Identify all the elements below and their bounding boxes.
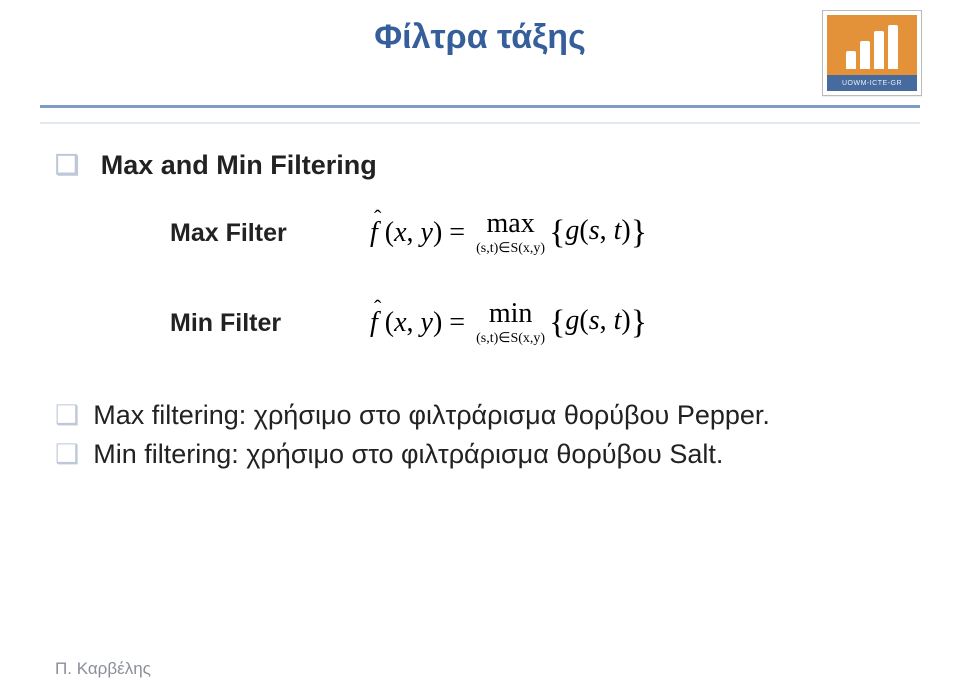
formula-args: (x, y) = [378, 217, 472, 249]
hat-icon: ˆ [374, 205, 381, 231]
op-sub: (s,t)∈S(x,y) [476, 242, 545, 256]
formula-braced: {g(s, t)} [549, 214, 647, 252]
list-item: ❑ Min filtering: χρήσιμο στο φιλτράρισμα… [55, 439, 890, 470]
section-heading-text: Max and Min Filtering [101, 150, 377, 180]
operator-stack: max (s,t)∈S(x,y) [476, 210, 545, 256]
bullet-icon: ❑ [55, 439, 79, 470]
f-hat: ˆ f [370, 307, 378, 339]
logo: UOWM-ICTE-GR [822, 10, 922, 96]
formula-args: (x, y) = [378, 307, 472, 339]
op-max: max [486, 210, 534, 238]
min-filter-label: Min Filter [170, 309, 370, 338]
divider-line-icon [40, 105, 920, 108]
list-item: ❑ Max filtering: χρήσιμο στο φιλτράρισμα… [55, 400, 890, 431]
max-filter-formula: ˆ f (x, y) = max (s,t)∈S(x,y) {g(s, t)} [370, 210, 647, 256]
hat-icon: ˆ [374, 295, 381, 321]
logo-graphic [827, 15, 917, 75]
bullet-text: Min filtering: χρήσιμο στο φιλτράρισμα θ… [93, 439, 723, 470]
bullet-icon: ❑ [55, 400, 79, 431]
logo-bar-icon [888, 25, 898, 69]
logo-bar-icon [860, 41, 870, 69]
bullet-text: Max filtering: χρήσιμο στο φιλτράρισμα θ… [93, 400, 770, 431]
op-min: min [489, 300, 533, 328]
op-sub: (s,t)∈S(x,y) [476, 332, 545, 346]
f-hat: ˆ f [370, 217, 378, 249]
logo-text: UOWM-ICTE-GR [827, 75, 917, 91]
footer-author: Π. Καρβέλης [55, 659, 151, 679]
section-heading: ❑ Max and Min Filtering [55, 150, 377, 181]
bullet-icon: ❑ [55, 150, 79, 180]
bullet-list: ❑ Max filtering: χρήσιμο στο φιλτράρισμα… [55, 400, 890, 478]
formula-braced: {g(s, t)} [549, 304, 647, 342]
max-filter-label: Max Filter [170, 219, 370, 248]
logo-bar-icon [846, 51, 856, 69]
operator-stack: min (s,t)∈S(x,y) [476, 300, 545, 346]
divider [40, 105, 920, 124]
min-filter-formula: ˆ f (x, y) = min (s,t)∈S(x,y) {g(s, t)} [370, 300, 647, 346]
divider-line-icon [40, 122, 920, 124]
min-filter-row: Min Filter ˆ f (x, y) = min (s,t)∈S(x,y)… [170, 300, 870, 346]
max-filter-row: Max Filter ˆ f (x, y) = max (s,t)∈S(x,y)… [170, 210, 870, 256]
logo-bar-icon [874, 31, 884, 69]
slide-title: Φίλτρα τάξης [0, 18, 960, 57]
